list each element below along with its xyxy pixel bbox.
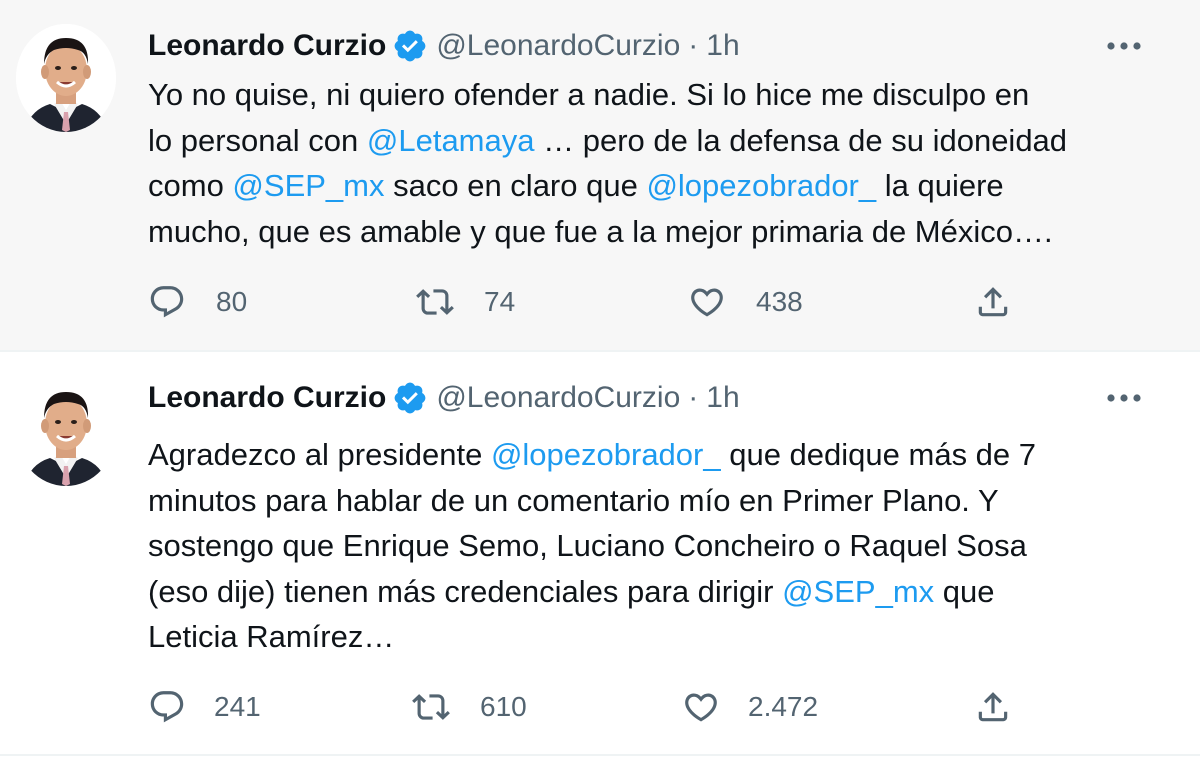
text-segment: que (934, 573, 995, 609)
separator-dot: · (688, 381, 699, 414)
tweet-text-line: Leticia Ramírez… (148, 614, 1168, 660)
mention-link[interactable]: @lopezobrador_ (646, 168, 876, 203)
tweet-text-line: Agradezco al presidente @lopezobrador_ q… (148, 432, 1168, 478)
text-segment: lo personal con (148, 122, 367, 158)
share-button[interactable] (974, 685, 1012, 729)
more-options-icon[interactable] (1104, 28, 1144, 64)
tweet-text-line: lo personal con @Letamaya … pero de la d… (148, 118, 1168, 164)
timestamp[interactable]: 1h (706, 29, 739, 63)
tweet-text-line: sostengo que Enrique Semo, Luciano Conch… (148, 523, 1168, 569)
text-segment: Leticia Ramírez… (148, 619, 395, 654)
tweet[interactable]: Leonardo Curzio @LeonardoCurzio · 1h Agr… (0, 352, 1200, 756)
mention-link[interactable]: @lopezobrador_ (491, 437, 721, 472)
text-segment: saco en claro que (384, 168, 647, 203)
more-options-icon[interactable] (1104, 380, 1144, 416)
tweet-text-line: mucho, que es amable y que fue a la mejo… (148, 209, 1168, 255)
like-button[interactable]: 438 (688, 280, 803, 324)
mention-link[interactable]: @SEP_mx (782, 574, 934, 609)
text-segment: … pero de la defensa de su idoneidad (534, 122, 1068, 158)
text-segment: minutos para hablar de un comentario mío… (148, 482, 999, 518)
share-icon (978, 287, 1008, 317)
retweet-icon (412, 694, 450, 720)
share-button[interactable] (974, 280, 1012, 324)
tweet-actions: 241 610 2.472 (148, 685, 1048, 729)
tweet-header: Leonardo Curzio @LeonardoCurzio · 1h (148, 376, 740, 420)
author-handle[interactable]: @LeonardoCurzio (436, 381, 680, 415)
tweet-text: Agradezco al presidente @lopezobrador_ q… (148, 432, 1168, 660)
reply-button[interactable]: 80 (148, 280, 247, 324)
text-segment: sostengo que Enrique Semo, Luciano Conch… (148, 528, 1027, 563)
retweet-count: 74 (484, 286, 516, 317)
tweet-text: Yo no quise, ni quiero ofender a nadie. … (148, 72, 1168, 254)
like-count: 2.472 (748, 691, 819, 722)
reply-count: 241 (214, 691, 261, 722)
reply-button[interactable]: 241 (148, 685, 261, 729)
mention-link[interactable]: @Letamaya (367, 123, 535, 158)
text-segment: (eso dije) tienen más credenciales para … (148, 573, 783, 609)
avatar-image (16, 24, 116, 132)
tweet-header: Leonardo Curzio @LeonardoCurzio · 1h (148, 24, 740, 68)
text-segment: que dedique más de 7 (720, 437, 1037, 472)
text-segment: Agradezco al presidente (148, 437, 491, 472)
reply-icon (150, 691, 184, 723)
tweet[interactable]: Leonardo Curzio @LeonardoCurzio · 1h Yo … (0, 0, 1200, 352)
timestamp[interactable]: 1h (706, 381, 739, 415)
reply-count: 80 (216, 286, 248, 317)
tweet-text-line: minutos para hablar de un comentario mío… (148, 478, 1168, 524)
retweet-button[interactable]: 74 (416, 280, 515, 324)
retweet-icon (416, 289, 454, 315)
text-segment: Yo no quise, ni quiero ofender a nadie. … (148, 77, 1030, 112)
mention-link[interactable]: @SEP_mx (232, 168, 384, 203)
separator-dot: · (688, 29, 699, 62)
author-name[interactable]: Leonardo Curzio (148, 29, 386, 63)
author-name[interactable]: Leonardo Curzio (148, 381, 386, 415)
retweet-button[interactable]: 610 (412, 685, 527, 729)
reply-icon (150, 286, 184, 318)
verified-badge-icon (392, 28, 428, 64)
author-handle[interactable]: @LeonardoCurzio (436, 29, 680, 63)
tweet-text-line: Yo no quise, ni quiero ofender a nadie. … (148, 72, 1168, 118)
like-count: 438 (756, 286, 803, 317)
share-icon (978, 692, 1008, 722)
tweet-actions: 80 74 438 (148, 280, 1048, 324)
heart-icon (691, 288, 723, 317)
tweet-text-line: como @SEP_mx saco en claro que @lopezobr… (148, 163, 1168, 209)
text-segment: como (148, 168, 233, 203)
heart-icon (685, 693, 717, 722)
retweet-count: 610 (480, 691, 527, 722)
text-segment: la quiere (876, 168, 1004, 203)
tweet-text-line: (eso dije) tienen más credenciales para … (148, 569, 1168, 615)
verified-badge-icon (392, 380, 428, 416)
avatar[interactable] (16, 378, 116, 486)
text-segment: mucho, que es amable y que fue a la mejo… (148, 213, 1053, 249)
like-button[interactable]: 2.472 (682, 685, 818, 729)
avatar[interactable] (16, 24, 116, 132)
avatar-image (16, 378, 116, 486)
